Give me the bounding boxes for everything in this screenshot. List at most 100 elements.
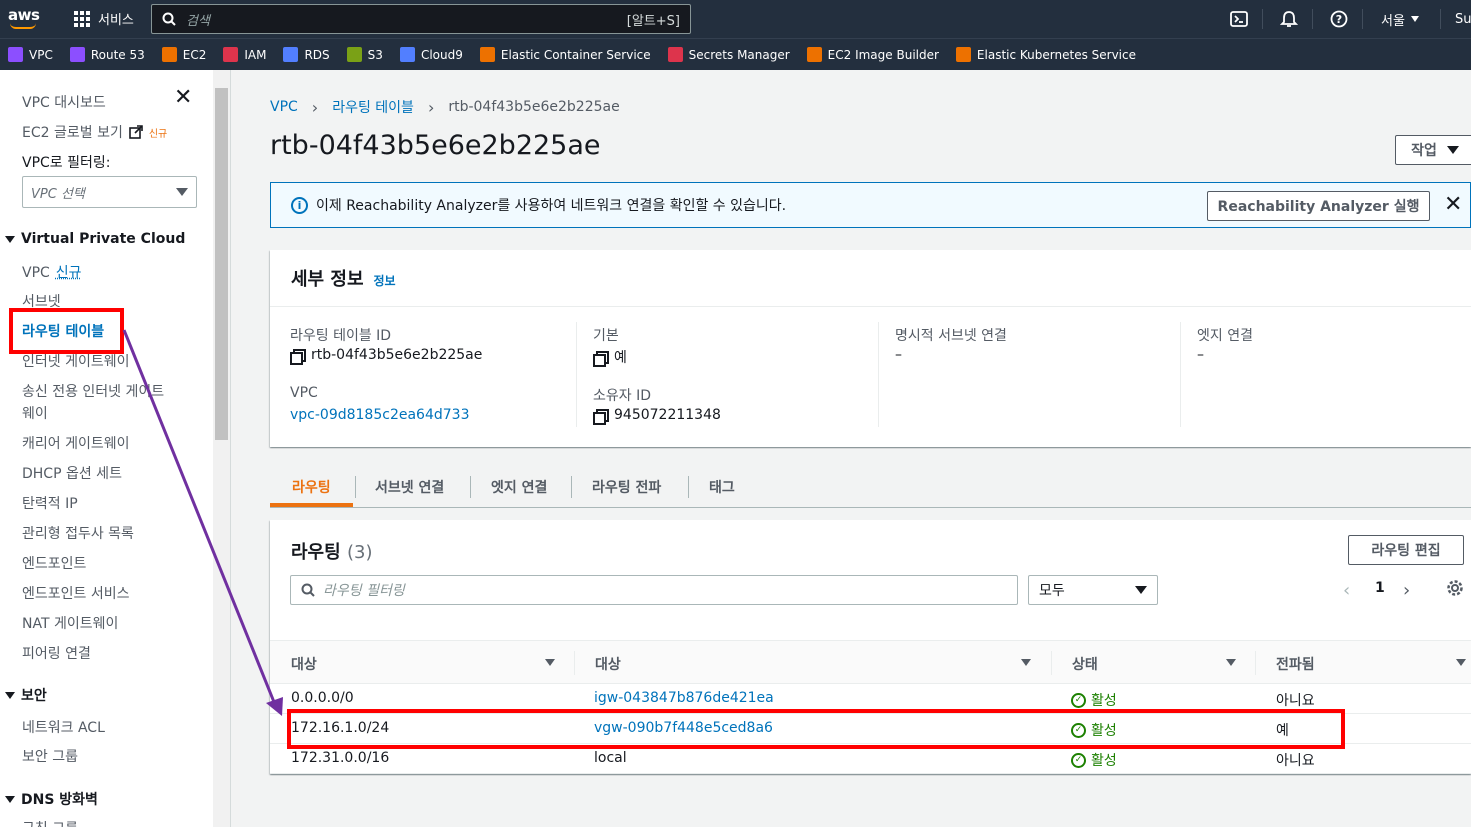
favorite-ec2[interactable]: EC2 bbox=[161, 47, 206, 62]
actions-button[interactable]: 작업 bbox=[1395, 135, 1471, 165]
tab-tags[interactable]: 태그 bbox=[709, 477, 735, 497]
sidebar-item-egress-only-igw[interactable]: 송신 전용 인터넷 게이트 bbox=[22, 381, 164, 401]
sidebar-item-rule-groups[interactable]: 규칙 그룹 bbox=[22, 818, 78, 827]
sidebar-item-network-acls[interactable]: 네트워크 ACL bbox=[22, 717, 105, 737]
info-link[interactable]: 정보 bbox=[374, 274, 396, 288]
row-target-link[interactable]: igw-043847b876de421ea bbox=[594, 690, 774, 706]
favorite-rds[interactable]: RDS bbox=[283, 47, 330, 62]
account-menu[interactable]: Su bbox=[1455, 0, 1471, 38]
close-icon[interactable]: ✕ bbox=[174, 85, 192, 110]
region-selector[interactable]: 서울 bbox=[1381, 0, 1419, 38]
sidebar-item-elastic-ips[interactable]: 탄력적 IP bbox=[22, 493, 78, 513]
routes-count: (3) bbox=[346, 542, 373, 563]
services-menu-button[interactable]: 서비스 bbox=[74, 9, 134, 28]
favorite-s3[interactable]: S3 bbox=[346, 47, 383, 62]
detail-tabs: 라우팅 서브넷 연결 엣지 연결 라우팅 전파 태그 bbox=[270, 470, 1471, 508]
copy-icon[interactable] bbox=[593, 408, 609, 425]
sidebar-item-endpoint-services[interactable]: 엔드포인트 서비스 bbox=[22, 583, 130, 603]
favorite-label: Elastic Kubernetes Service bbox=[976, 47, 1136, 62]
routes-filter-select[interactable]: 모두 bbox=[1028, 575, 1158, 605]
help-button[interactable]: ? bbox=[1330, 0, 1348, 38]
sidebar-item-peering[interactable]: 피어링 연결 bbox=[22, 643, 91, 663]
sidebar-item-nat-gateways[interactable]: NAT 게이트웨이 bbox=[22, 613, 118, 633]
favorite-label: EC2 Image Builder bbox=[827, 47, 939, 62]
chevron-down-icon bbox=[1410, 16, 1419, 22]
sidebar-item-security-groups[interactable]: 보안 그룹 bbox=[22, 746, 78, 766]
sort-icon[interactable] bbox=[1456, 659, 1466, 666]
sidebar-item-endpoints[interactable]: 엔드포인트 bbox=[22, 553, 86, 573]
edge-association-value: – bbox=[1197, 347, 1204, 363]
info-icon: i bbox=[291, 196, 308, 214]
edge-association-label: 엣지 연결 bbox=[1197, 328, 1253, 344]
sidebar-item-internet-gateways[interactable]: 인터넷 게이트웨이 bbox=[22, 351, 130, 371]
tab-route-propagation[interactable]: 라우팅 전파 bbox=[592, 477, 661, 497]
cloudshell-button[interactable] bbox=[1230, 0, 1248, 38]
help-icon: ? bbox=[1330, 10, 1348, 28]
favorite-elastic-container-service[interactable]: Elastic Container Service bbox=[479, 47, 651, 62]
explicit-subnet-label: 명시적 서브넷 연결 bbox=[895, 328, 1007, 344]
global-search-input[interactable]: 검색 [알트+S] bbox=[151, 4, 691, 34]
next-page-icon[interactable]: › bbox=[1403, 580, 1410, 601]
sidebar-scrollbar-thumb[interactable] bbox=[215, 88, 228, 440]
section-security-header[interactable]: 보안 bbox=[5, 685, 47, 705]
sort-icon[interactable] bbox=[545, 659, 555, 666]
page-title: rtb-04f43b5e6e2b225ae bbox=[270, 130, 601, 161]
routes-filter-input[interactable]: 라우팅 필터링 bbox=[290, 575, 1018, 605]
favorite-secrets-manager[interactable]: Secrets Manager bbox=[667, 47, 790, 62]
row-status-text: 활성 bbox=[1091, 693, 1117, 709]
row-destination: 172.31.0.0/16 bbox=[291, 750, 390, 766]
main-value-text: 예 bbox=[614, 350, 627, 366]
search-icon bbox=[301, 583, 315, 597]
close-icon[interactable]: ✕ bbox=[1444, 192, 1462, 217]
sidebar-item-label: EC2 글로벌 보기 bbox=[22, 125, 123, 141]
sidebar-item-dashboard[interactable]: VPC 대시보드 bbox=[22, 92, 106, 112]
page-number[interactable]: 1 bbox=[1375, 580, 1385, 596]
favorite-route-53[interactable]: Route 53 bbox=[69, 47, 145, 62]
reachability-analyzer-button[interactable]: Reachability Analyzer 실행 bbox=[1207, 191, 1430, 221]
favorite-ec2-image-builder[interactable]: EC2 Image Builder bbox=[806, 47, 939, 62]
vpc-filter-label: VPC로 필터링: bbox=[22, 155, 111, 171]
sidebar-item-ec2-global[interactable]: EC2 글로벌 보기 신규 bbox=[22, 122, 167, 142]
column-target[interactable]: 대상 bbox=[595, 654, 621, 674]
settings-button[interactable] bbox=[1446, 579, 1464, 601]
aws-logo[interactable]: aws bbox=[8, 6, 42, 32]
tab-routes[interactable]: 라우팅 bbox=[292, 477, 331, 497]
svg-text:?: ? bbox=[1336, 13, 1342, 26]
column-status[interactable]: 상태 bbox=[1072, 654, 1098, 674]
column-destination[interactable]: 대상 bbox=[291, 654, 317, 674]
new-link[interactable]: 신규 bbox=[56, 265, 82, 281]
favorite-elastic-kubernetes-service[interactable]: Elastic Kubernetes Service bbox=[955, 47, 1136, 62]
copy-icon[interactable] bbox=[593, 350, 609, 367]
previous-page-icon[interactable]: ‹ bbox=[1343, 580, 1350, 601]
favorite-label: S3 bbox=[367, 47, 383, 62]
routes-table-header: 대상 대상 상태 전파됨 bbox=[270, 640, 1471, 684]
tab-edge-associations[interactable]: 엣지 연결 bbox=[491, 477, 547, 497]
sort-icon[interactable] bbox=[1226, 659, 1236, 666]
sidebar-item-egress-only-igw-cont[interactable]: 웨이 bbox=[22, 403, 48, 423]
vpc-link[interactable]: vpc-09d8185c2ea64d733 bbox=[290, 407, 469, 423]
sidebar-item-carrier-gateways[interactable]: 캐리어 게이트웨이 bbox=[22, 433, 130, 453]
sidebar-item-prefix-lists[interactable]: 관리형 접두사 목록 bbox=[22, 523, 134, 543]
favorite-cloud9[interactable]: Cloud9 bbox=[399, 47, 463, 62]
service-icon bbox=[479, 47, 495, 62]
favorite-iam[interactable]: IAM bbox=[223, 47, 266, 62]
notifications-button[interactable] bbox=[1280, 0, 1298, 38]
section-vpc-header[interactable]: Virtual Private Cloud bbox=[5, 231, 185, 247]
service-icon bbox=[69, 47, 85, 62]
breadcrumb-vpc[interactable]: VPC bbox=[270, 99, 298, 115]
sidebar-item-dhcp-options[interactable]: DHCP 옵션 세트 bbox=[22, 463, 122, 483]
section-dns-header[interactable]: DNS 방화벽 bbox=[5, 789, 98, 809]
favorite-vpc[interactable]: VPC bbox=[8, 47, 53, 62]
tab-subnet-associations[interactable]: 서브넷 연결 bbox=[375, 477, 444, 497]
services-label: 서비스 bbox=[98, 13, 134, 28]
top-nav: aws 서비스 검색 [알트+S] ? 서울 Su bbox=[0, 0, 1471, 38]
copy-icon[interactable] bbox=[290, 348, 306, 365]
favorite-label: Secrets Manager bbox=[688, 47, 790, 62]
edit-routes-button[interactable]: 라우팅 편집 bbox=[1348, 535, 1464, 565]
service-icon bbox=[161, 47, 177, 62]
column-propagated[interactable]: 전파됨 bbox=[1276, 654, 1315, 674]
sidebar-item-vpc[interactable]: VPC 신규 bbox=[22, 262, 82, 282]
vpc-filter-select[interactable]: VPC 선택 bbox=[22, 176, 197, 208]
breadcrumb-route-tables[interactable]: 라우팅 테이블 bbox=[332, 97, 414, 117]
sort-icon[interactable] bbox=[1021, 659, 1031, 666]
